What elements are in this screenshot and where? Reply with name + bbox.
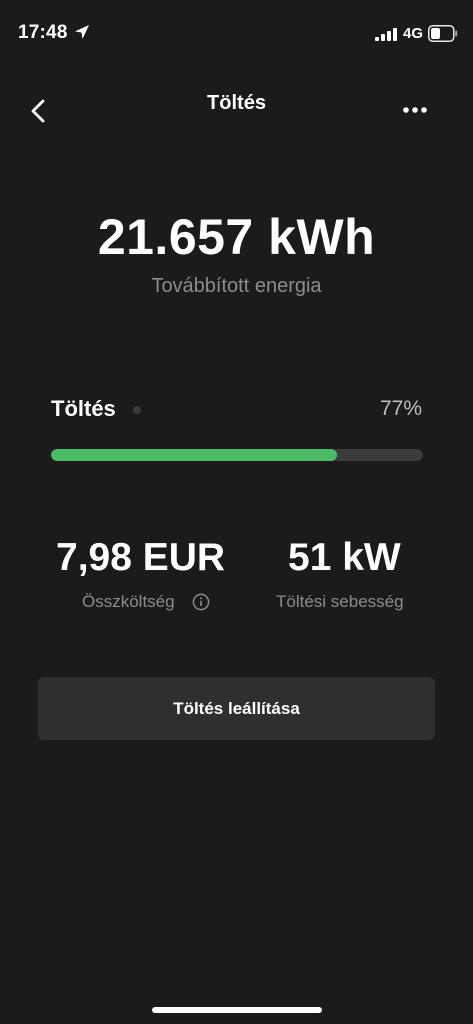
cellular-signal-icon (375, 27, 397, 41)
stop-charging-button[interactable]: Töltés leállítása (38, 677, 435, 740)
charging-progress-bar (51, 449, 423, 461)
charging-speed-value: 51 kW (288, 536, 401, 579)
charging-status-dot (133, 406, 141, 414)
network-type: 4G (403, 25, 424, 42)
charging-percent: 77% (379, 397, 422, 420)
energy-value: 21.657 kWh (97, 209, 376, 265)
status-time: 17:48 (18, 22, 68, 43)
charging-speed-label: Töltési sebesség (276, 592, 404, 611)
info-icon[interactable] (192, 593, 210, 611)
status-bar: 17:48 4G (0, 0, 473, 68)
total-cost-value: 7,98 EUR (56, 536, 226, 579)
charging-progress-fill (51, 449, 338, 461)
location-arrow-icon (75, 25, 89, 39)
battery-icon (428, 25, 458, 42)
charging-screen: 17:48 4G Töltés 21.657 kWh Továbbított e… (0, 0, 473, 1024)
total-cost-label: Összköltség (82, 592, 175, 611)
home-indicator[interactable] (152, 1007, 322, 1013)
more-horizontal-icon[interactable] (400, 100, 430, 120)
energy-label: Továbbított energia (151, 275, 322, 297)
charging-label: Töltés (51, 396, 116, 421)
